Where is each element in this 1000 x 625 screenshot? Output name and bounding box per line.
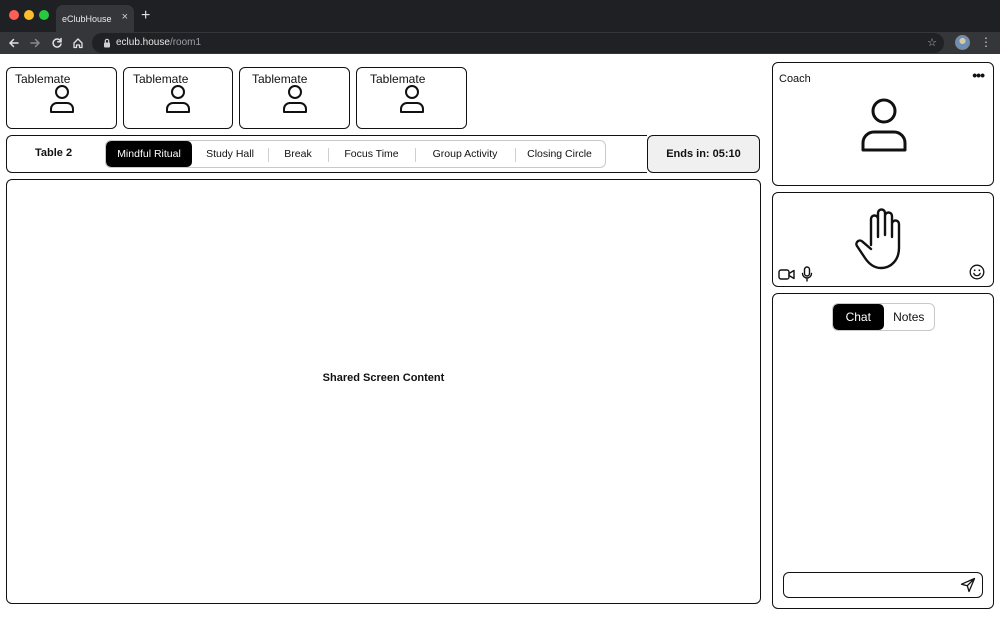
bookmark-star-icon[interactable]: ☆ — [927, 36, 937, 49]
chat-input[interactable] — [783, 572, 983, 598]
browser-tab-bar: eClubHouse × + — [0, 0, 1000, 32]
session-segment-control: Mindful Ritual Study Hall Break Focus Ti… — [105, 140, 606, 168]
chat-panel: Chat Notes — [772, 293, 994, 609]
emoji-icon[interactable] — [969, 264, 985, 280]
reload-icon[interactable] — [49, 35, 65, 51]
video-camera-icon[interactable] — [778, 268, 795, 281]
tab-notes[interactable]: Notes — [884, 304, 935, 330]
address-bar[interactable]: eclub.house/room1 ☆ — [92, 33, 944, 53]
microphone-icon[interactable] — [801, 266, 813, 282]
minimize-window-button[interactable] — [24, 10, 34, 20]
more-options-icon[interactable]: ••• — [972, 67, 985, 83]
shared-screen-label: Shared Screen Content — [322, 372, 445, 384]
person-icon — [400, 85, 424, 113]
home-icon[interactable] — [70, 35, 86, 51]
segment-closing-circle[interactable]: Closing Circle — [515, 141, 604, 167]
profile-avatar[interactable] — [955, 35, 970, 50]
table-name: Table 2 — [35, 147, 73, 159]
new-tab-button[interactable]: + — [141, 6, 150, 26]
back-arrow-icon[interactable] — [6, 35, 22, 51]
segment-break[interactable]: Break — [268, 141, 328, 167]
person-icon — [283, 85, 307, 113]
chat-notes-tabs: Chat Notes — [832, 303, 935, 331]
segment-study-hall[interactable]: Study Hall — [192, 141, 268, 167]
forward-arrow-icon[interactable] — [27, 35, 43, 51]
tab-close-icon[interactable]: × — [122, 11, 128, 23]
person-icon — [50, 85, 74, 113]
person-icon — [166, 85, 190, 113]
browser-toolbar: eclub.house/room1 ☆ — [0, 32, 1000, 54]
person-icon — [861, 98, 907, 152]
shared-screen-area: Shared Screen Content — [6, 179, 761, 604]
session-bar: Table 2 Mindful Ritual Study Hall Break … — [6, 135, 647, 173]
segment-mindful-ritual[interactable]: Mindful Ritual — [106, 141, 192, 167]
url-text: eclub.house/room1 — [116, 37, 202, 48]
tab-title: eClubHouse — [62, 13, 112, 24]
coach-label: Coach — [779, 73, 811, 85]
tablemate-tile[interactable]: Tablemate — [6, 67, 117, 129]
browser-menu-icon[interactable]: ⋮ — [980, 35, 992, 51]
tablemate-tile[interactable]: Tablemate — [239, 67, 350, 129]
segment-focus-time[interactable]: Focus Time — [328, 141, 415, 167]
lock-icon — [104, 38, 110, 48]
segment-group-activity[interactable]: Group Activity — [415, 141, 515, 167]
session-timer: Ends in: 05:10 — [647, 135, 760, 173]
maximize-window-button[interactable] — [39, 10, 49, 20]
hand-raise-icon[interactable] — [853, 207, 911, 271]
tablemate-tile[interactable]: Tablemate — [356, 67, 467, 129]
send-icon[interactable] — [960, 577, 976, 593]
browser-tab[interactable]: eClubHouse × — [56, 5, 134, 32]
tab-chat[interactable]: Chat — [833, 304, 884, 330]
close-window-button[interactable] — [9, 10, 19, 20]
coach-tile[interactable]: Coach ••• — [772, 62, 994, 186]
tablemate-tile[interactable]: Tablemate — [123, 67, 233, 129]
self-view-tile — [772, 192, 994, 287]
